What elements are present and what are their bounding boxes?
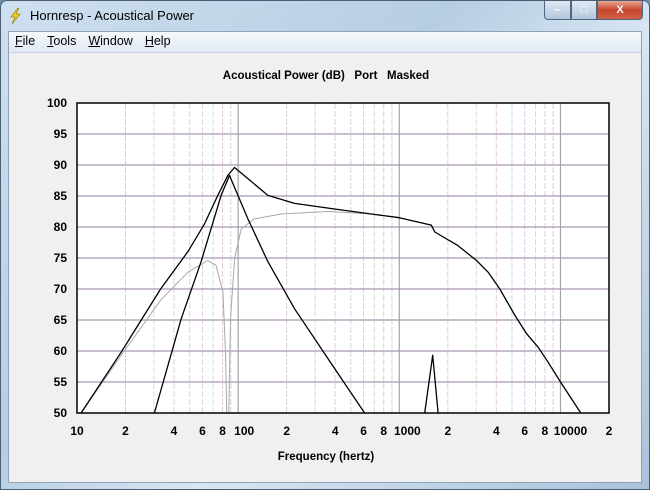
x-tick-label: 2 bbox=[122, 424, 129, 438]
x-tick-label: 2 bbox=[606, 424, 613, 438]
y-tick-label: 100 bbox=[47, 96, 67, 110]
x-tick-label: 8 bbox=[219, 424, 226, 438]
maximize-button[interactable]: □ bbox=[571, 1, 597, 20]
y-tick-label: 70 bbox=[54, 282, 68, 296]
y-tick-label: 90 bbox=[54, 158, 68, 172]
window-title: Hornresp - Acoustical Power bbox=[30, 8, 195, 23]
client-area: File Tools Window Help Acoustical Power … bbox=[8, 31, 642, 483]
x-tick-label: 6 bbox=[521, 424, 528, 438]
y-tick-label: 55 bbox=[54, 375, 68, 389]
x-tick-label: 2 bbox=[283, 424, 290, 438]
x-tick-label: 6 bbox=[199, 424, 206, 438]
y-tick-label: 80 bbox=[54, 220, 68, 234]
x-tick-label: 6 bbox=[360, 424, 367, 438]
x-tick-label: 4 bbox=[332, 424, 339, 438]
y-tick-label: 95 bbox=[54, 127, 68, 141]
x-tick-label: 4 bbox=[171, 424, 178, 438]
y-tick-label: 65 bbox=[54, 313, 68, 327]
y-tick-label: 85 bbox=[54, 189, 68, 203]
close-button[interactable]: X bbox=[597, 1, 643, 20]
acoustical-power-chart: 5055606570758085909510010 2 4 6 8 100 2 4 6 8 1000… bbox=[47, 96, 613, 438]
x-tick-label: 8 bbox=[380, 424, 387, 438]
x-tick-label: 10 bbox=[70, 424, 84, 438]
x-axis-label: Frequency (hertz) bbox=[277, 451, 375, 463]
x-tick-label: 8 bbox=[542, 424, 549, 438]
x-tick-label: 2 bbox=[444, 424, 451, 438]
y-tick-label: 60 bbox=[54, 344, 68, 358]
x-tick-label: 1000 bbox=[394, 424, 421, 438]
lightning-app-icon bbox=[10, 8, 21, 24]
y-tick-label: 50 bbox=[54, 406, 68, 420]
window-frame: Hornresp - Acoustical Power ‒ □ X File T… bbox=[0, 0, 650, 490]
minimize-button[interactable]: ‒ bbox=[544, 1, 571, 20]
title-bar[interactable]: Hornresp - Acoustical Power ‒ □ X bbox=[1, 1, 649, 31]
y-tick-label: 75 bbox=[54, 251, 68, 265]
x-tick-label: 4 bbox=[493, 424, 500, 438]
x-tick-label: 100 bbox=[234, 424, 254, 438]
x-tick-label: 10000 bbox=[554, 424, 588, 438]
